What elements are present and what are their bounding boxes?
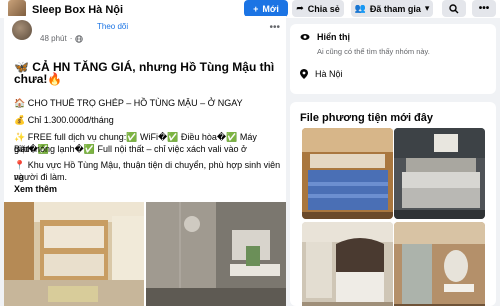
more-dots-icon: ••• <box>478 3 490 14</box>
group-people-icon: 👥 <box>354 3 366 13</box>
chevron-down-icon: ▾ <box>424 3 430 13</box>
post-line: 🏠 CHO THUÊ TRỌ GHÉP – HỒ TÙNG MẬU – Ở NG… <box>14 98 243 108</box>
share-arrow-icon: ➦ <box>296 3 304 13</box>
follow-link[interactable]: Theo dõi <box>97 22 128 31</box>
location-row: Hà Nội <box>300 69 343 79</box>
eye-icon <box>300 34 310 40</box>
post-line: người đi làm. <box>14 172 67 182</box>
search-button[interactable] <box>442 0 466 17</box>
more-options-button[interactable]: ••• <box>472 0 496 17</box>
new-post-button[interactable]: + Mới <box>244 0 288 17</box>
post-photo-bunk-room[interactable] <box>4 202 144 306</box>
post-photo-bathroom[interactable] <box>146 202 286 306</box>
media-thumb-white-bed[interactable] <box>394 128 485 219</box>
location-text: Hà Nội <box>315 69 343 79</box>
search-icon <box>449 3 459 13</box>
author-avatar[interactable] <box>12 20 32 40</box>
visibility-title: Hiển thị <box>317 32 350 42</box>
visibility-desc: Ai cũng có thể tìm thấy nhóm này. <box>317 47 430 56</box>
post-headline: 🦋 CẢ HN TĂNG GIÁ, nhưng Hồ Tùng Mậu thì … <box>14 60 275 86</box>
location-pin-icon <box>300 69 308 79</box>
about-card: Hiển thị Ai cũng có thể tìm thấy nhóm nà… <box>290 24 496 94</box>
media-thumb-blue-bed[interactable] <box>302 128 393 219</box>
share-button[interactable]: ➦ Chia sẻ <box>292 0 344 17</box>
post-time[interactable]: 48 phút <box>40 34 67 43</box>
post-line: 💰 Chỉ 1.300.000đ/tháng <box>14 115 114 125</box>
globe-icon <box>75 34 84 43</box>
see-more-link[interactable]: Xem thêm <box>14 183 57 195</box>
post-line: Bình nóng lạnh�✅ Full nội thất – chỉ việ… <box>14 144 247 154</box>
plus-icon: + <box>253 3 259 14</box>
post-meta: 48 phút · <box>40 34 84 43</box>
joined-button[interactable]: 👥 Đã tham gia ▾ <box>351 0 433 17</box>
post-photo-grid <box>4 202 286 306</box>
media-thumb-glass-shower[interactable] <box>394 222 485 306</box>
media-thumb-ornate-bed[interactable] <box>302 222 393 306</box>
post-more-icon[interactable]: ••• <box>269 22 280 33</box>
recent-media-title: File phương tiện mới đây <box>300 112 434 124</box>
visibility-row: Hiển thị <box>300 32 350 42</box>
group-name[interactable]: Sleep Box Hà Nội <box>32 4 123 16</box>
recent-media-card: File phương tiện mới đây <box>290 102 496 306</box>
post-card: Theo dõi 48 phút · ••• 🦋 CẢ HN TĂNG GIÁ,… <box>4 16 286 306</box>
